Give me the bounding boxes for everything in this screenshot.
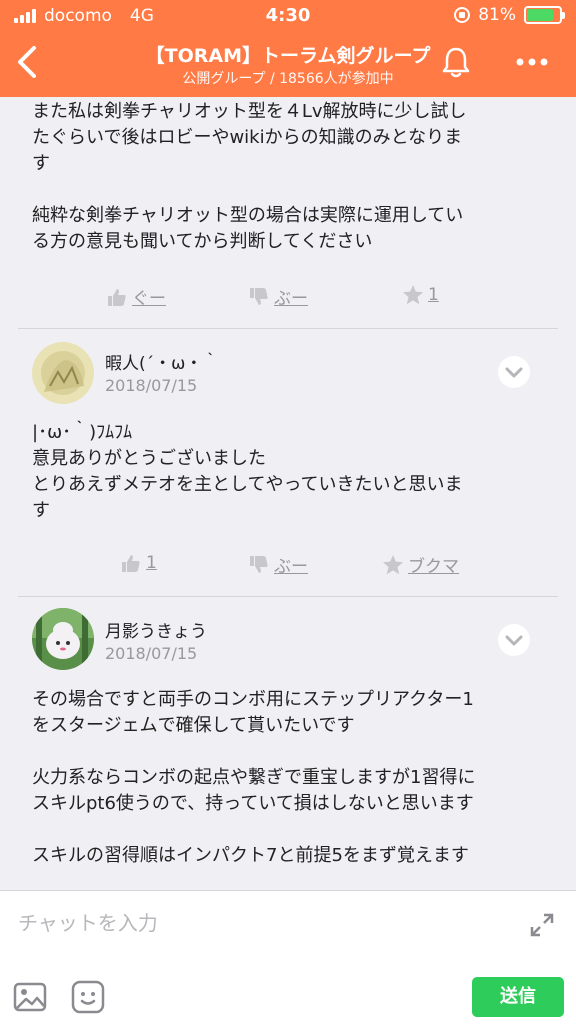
chevron-down-icon xyxy=(505,635,523,646)
good-button[interactable]: ぐー xyxy=(106,284,166,309)
battery-percent: 81% xyxy=(478,5,516,25)
status-right: 81% xyxy=(454,5,565,25)
bell-icon xyxy=(442,47,470,78)
bookmark-label: 1 xyxy=(428,285,439,305)
status-bar: docomo 4G 4:30 81% xyxy=(0,0,576,32)
rotation-lock-icon xyxy=(454,7,471,23)
post-date: 2018/07/15 xyxy=(105,644,198,663)
divider xyxy=(18,596,558,597)
divider xyxy=(18,328,558,329)
notification-button[interactable] xyxy=(438,44,474,80)
chat-input[interactable] xyxy=(18,903,508,943)
boo-button[interactable]: ぶー xyxy=(248,552,308,577)
battery-icon xyxy=(524,6,565,24)
composer: 送信 xyxy=(0,890,576,1024)
expand-button[interactable] xyxy=(526,909,558,941)
expand-icon xyxy=(530,913,554,937)
group-subtitle: 公開グループ / 18566人が参加中 xyxy=(182,71,394,87)
good-button[interactable]: 1 xyxy=(120,552,157,574)
more-dots-icon xyxy=(516,58,548,66)
avatar-image xyxy=(32,608,94,670)
author-name: 月影うきょう xyxy=(105,622,207,642)
image-icon xyxy=(13,982,47,1012)
message-feed[interactable]: また私は剣拳チャリオット型を４Lv解放時に少し試し たぐらいで後はロビーやwik… xyxy=(0,97,576,890)
group-title: 【TORAM】トーラム剣グループ xyxy=(145,45,431,67)
thumbs-down-icon xyxy=(250,555,268,573)
boo-label: ぶー xyxy=(274,289,308,309)
avatar[interactable] xyxy=(32,342,94,404)
message-text: また私は剣拳チャリオット型を４Lv解放時に少し試し たぐらいで後はロビーやwik… xyxy=(32,101,467,252)
star-icon xyxy=(403,285,423,305)
app-header: 【TORAM】トーラム剣グループ 公開グループ / 18566人が参加中 xyxy=(0,32,576,97)
good-label: ぐー xyxy=(132,289,166,309)
bookmark-button[interactable]: ブクマ xyxy=(382,552,459,577)
smiley-icon xyxy=(71,980,105,1014)
message-text: |･ω･｀)ﾌﾑﾌﾑ 意見ありがとうございました とりあえずメテオを主としてやっ… xyxy=(32,422,463,521)
boo-button[interactable]: ぶー xyxy=(248,284,308,309)
bookmark-label: ブクマ xyxy=(408,557,459,577)
message-menu-button[interactable] xyxy=(498,356,530,388)
post-date: 2018/07/15 xyxy=(105,376,198,395)
send-button[interactable]: 送信 xyxy=(472,977,564,1017)
thumbs-up-icon xyxy=(122,555,140,572)
chevron-down-icon xyxy=(505,367,523,378)
author-name: 暇人(´・ω・｀ xyxy=(105,354,220,374)
bookmark-button[interactable]: 1 xyxy=(402,284,439,306)
avatar[interactable] xyxy=(32,608,94,670)
avatar-image xyxy=(32,342,94,404)
star-icon xyxy=(383,554,403,574)
top-bar: docomo 4G 4:30 81% 【TORAM】トーラム剣グループ 公開グル… xyxy=(0,0,576,97)
message-actions: 1 ぶー ブクマ xyxy=(0,552,576,580)
more-button[interactable] xyxy=(512,52,552,72)
good-count: 1 xyxy=(146,553,157,573)
message-text: その場合ですと両手のコンボ用にステップリアクター1 をスタージェムで確保して貰い… xyxy=(32,689,476,866)
stamp-button[interactable] xyxy=(70,979,106,1015)
thumbs-down-icon xyxy=(250,287,268,305)
thumbs-up-icon xyxy=(108,288,126,306)
image-button[interactable] xyxy=(12,979,48,1015)
message-actions: ぐー ぶー 1 xyxy=(0,284,576,312)
message-menu-button[interactable] xyxy=(498,624,530,656)
boo-label: ぶー xyxy=(274,557,308,577)
